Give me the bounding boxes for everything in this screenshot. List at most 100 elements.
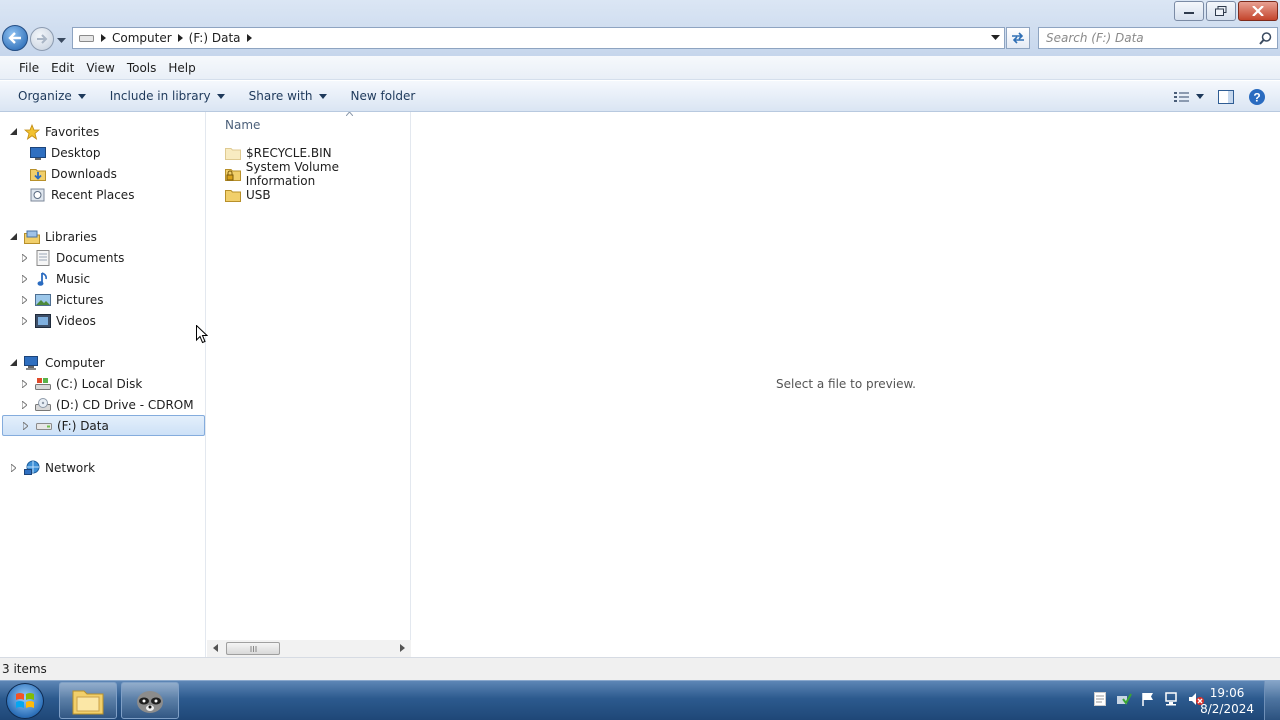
collapse-icon[interactable]	[8, 128, 18, 135]
file-item-system-volume-information[interactable]: System Volume Information	[225, 160, 410, 188]
menu-tools[interactable]: Tools	[121, 61, 163, 75]
action-center-flag-icon[interactable]	[1140, 691, 1156, 707]
clock[interactable]: 19:06 8/2/2024	[1200, 685, 1254, 717]
folder-icon	[225, 148, 241, 160]
tree-item-music[interactable]: Music	[19, 268, 90, 289]
tree-item-libraries[interactable]: Libraries	[8, 226, 97, 247]
tree-item-pictures[interactable]: Pictures	[19, 289, 104, 310]
breadcrumb-arrow-icon[interactable]	[246, 34, 252, 42]
expand-icon[interactable]	[19, 379, 29, 388]
horizontal-scrollbar[interactable]	[207, 640, 411, 657]
svg-text:?: ?	[1253, 90, 1260, 104]
refresh-icon	[1012, 32, 1024, 44]
tree-item-downloads[interactable]: Downloads	[30, 163, 117, 184]
downloads-folder-icon	[30, 166, 46, 182]
locked-folder-icon	[225, 169, 241, 181]
breadcrumb-data-drive[interactable]: (F:) Data	[189, 31, 241, 45]
file-item-usb[interactable]: USB	[225, 185, 271, 205]
music-note-icon	[35, 271, 51, 287]
tree-item-favorites[interactable]: Favorites	[8, 121, 99, 142]
tree-label-pictures: Pictures	[56, 292, 104, 307]
scroll-left-icon[interactable]	[213, 644, 218, 652]
search-input[interactable]	[1039, 28, 1249, 48]
share-with-label: Share with	[248, 89, 313, 103]
security-check-icon[interactable]	[1116, 691, 1132, 707]
expand-icon[interactable]	[20, 421, 30, 430]
tree-item-network[interactable]: Network	[8, 457, 95, 478]
expand-icon[interactable]	[8, 463, 18, 472]
share-with-button[interactable]: Share with	[243, 89, 333, 103]
menu-edit[interactable]: Edit	[45, 61, 80, 75]
tree-item-videos[interactable]: Videos	[19, 310, 96, 331]
cd-drive-icon	[35, 397, 51, 413]
expand-icon[interactable]	[19, 295, 29, 304]
breadcrumb-arrow-icon[interactable]	[177, 34, 183, 42]
expand-icon[interactable]	[19, 400, 29, 409]
preview-pane: Select a file to preview.	[412, 112, 1280, 657]
organize-button[interactable]: Organize	[12, 89, 92, 103]
tree-item-recent-places[interactable]: Recent Places	[30, 184, 134, 205]
tree-label-cd-drive: (D:) CD Drive - CDROM	[56, 397, 194, 412]
taskbar-app-button[interactable]	[121, 682, 179, 719]
menu-bar: File Edit View Tools Help	[0, 56, 1280, 80]
back-button[interactable]	[2, 25, 28, 51]
tree-label-desktop: Desktop	[51, 145, 101, 160]
folder-icon	[225, 190, 241, 202]
maximize-button[interactable]	[1206, 1, 1236, 21]
tree-label-videos: Videos	[56, 313, 96, 328]
address-bar[interactable]: Computer (F:) Data	[72, 27, 1005, 49]
expand-icon[interactable]	[19, 274, 29, 283]
notes-icon[interactable]	[1092, 691, 1108, 707]
new-folder-label: New folder	[350, 89, 416, 103]
tree-item-desktop[interactable]: Desktop	[30, 142, 101, 163]
include-in-library-button[interactable]: Include in library	[104, 89, 231, 103]
search-icon[interactable]	[1259, 32, 1272, 45]
address-dropdown-icon[interactable]	[991, 35, 1000, 41]
file-name: $RECYCLE.BIN	[246, 146, 332, 160]
help-button[interactable]: ?	[1248, 88, 1266, 106]
scrollbar-thumb[interactable]	[226, 642, 280, 655]
change-view-button[interactable]	[1174, 91, 1204, 103]
view-controls: ?	[1174, 81, 1280, 112]
start-button[interactable]	[6, 683, 44, 719]
recent-places-icon	[30, 187, 46, 203]
windows-logo-icon	[16, 693, 34, 708]
tree-item-cd-drive[interactable]: (D:) CD Drive - CDROM	[19, 394, 194, 415]
forward-button[interactable]	[30, 27, 54, 51]
minimize-button[interactable]	[1174, 1, 1204, 21]
close-button[interactable]	[1238, 1, 1278, 21]
tree-item-data-drive[interactable]: (F:) Data	[2, 415, 205, 436]
item-count: 3 items	[2, 662, 47, 676]
collapse-icon[interactable]	[8, 233, 18, 240]
tree-label-computer: Computer	[45, 355, 105, 370]
tree-label-network: Network	[45, 460, 96, 475]
recent-pages-dropdown[interactable]	[57, 33, 66, 47]
collapse-icon[interactable]	[8, 359, 18, 366]
expand-icon[interactable]	[19, 316, 29, 325]
tree-item-local-disk[interactable]: (C:) Local Disk	[19, 373, 142, 394]
new-folder-button[interactable]: New folder	[345, 89, 422, 103]
taskbar-explorer-button[interactable]	[59, 682, 117, 719]
tree-label-libraries: Libraries	[45, 229, 97, 244]
expand-icon[interactable]	[19, 253, 29, 262]
tree-item-computer[interactable]: Computer	[8, 352, 105, 373]
preview-pane-button[interactable]	[1218, 89, 1234, 104]
scroll-right-icon[interactable]	[400, 644, 405, 652]
menu-file[interactable]: File	[13, 61, 45, 75]
breadcrumb-computer[interactable]: Computer	[112, 31, 172, 45]
system-tray	[1092, 691, 1204, 707]
menu-help[interactable]: Help	[162, 61, 201, 75]
navigation-pane: Favorites Desktop Downloads Recent Place…	[0, 112, 206, 657]
organize-label: Organize	[18, 89, 72, 103]
menu-view[interactable]: View	[80, 61, 120, 75]
taskbar: 19:06 8/2/2024	[0, 680, 1280, 720]
tree-label-downloads: Downloads	[51, 166, 117, 181]
search-box[interactable]	[1038, 27, 1278, 49]
column-header-name[interactable]: Name	[225, 118, 260, 132]
refresh-button[interactable]	[1006, 27, 1030, 49]
tree-item-documents[interactable]: Documents	[19, 247, 124, 268]
show-desktop-button[interactable]	[1264, 681, 1280, 720]
mouse-cursor-icon	[196, 325, 208, 344]
network-status-icon[interactable]	[1164, 691, 1180, 707]
file-name: USB	[246, 188, 271, 202]
